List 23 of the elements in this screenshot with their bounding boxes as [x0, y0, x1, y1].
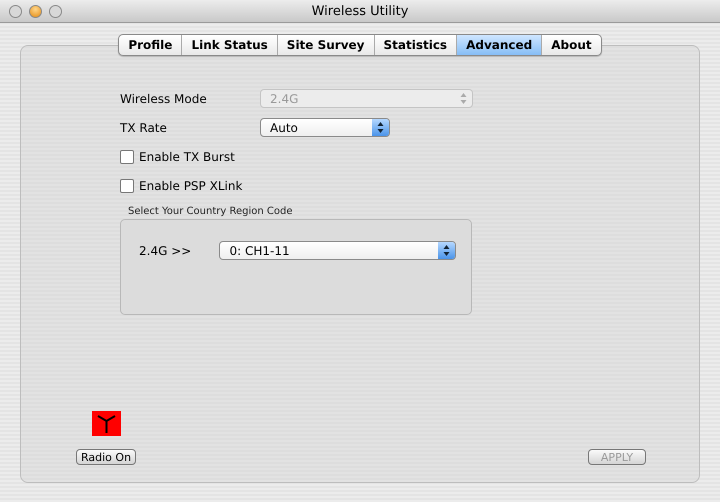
- zoom-button[interactable]: [49, 4, 62, 18]
- tab[interactable]: About: [541, 35, 601, 55]
- radio-on-button[interactable]: Radio On: [76, 449, 136, 465]
- tab[interactable]: Link Status: [181, 35, 277, 55]
- field-label: 2.4G >>: [139, 243, 192, 260]
- stepper-arrows-icon: [438, 242, 455, 259]
- field-label: Wireless Mode: [120, 92, 208, 106]
- close-button[interactable]: [9, 4, 22, 18]
- popup-menu[interactable]: 0: CH1-11: [219, 241, 456, 260]
- stepper-arrows-icon: [372, 119, 389, 136]
- checkbox[interactable]: [120, 178, 134, 192]
- group-title: Select Your Country Region Code: [128, 206, 294, 217]
- checkbox-label: Enable PSP XLink: [139, 178, 242, 192]
- checkbox-label: Enable TX Burst: [139, 150, 235, 164]
- tab[interactable]: Site Survey: [276, 35, 374, 55]
- antenna-icon: [92, 411, 121, 436]
- checkbox[interactable]: [120, 150, 134, 164]
- window-title: Wireless Utility: [312, 4, 408, 18]
- popup-menu[interactable]: Auto: [260, 118, 390, 137]
- tab[interactable]: Advanced: [456, 35, 542, 55]
- minimize-button[interactable]: [29, 4, 42, 18]
- tab[interactable]: Profile: [119, 35, 182, 55]
- field-label: TX Rate: [120, 120, 168, 134]
